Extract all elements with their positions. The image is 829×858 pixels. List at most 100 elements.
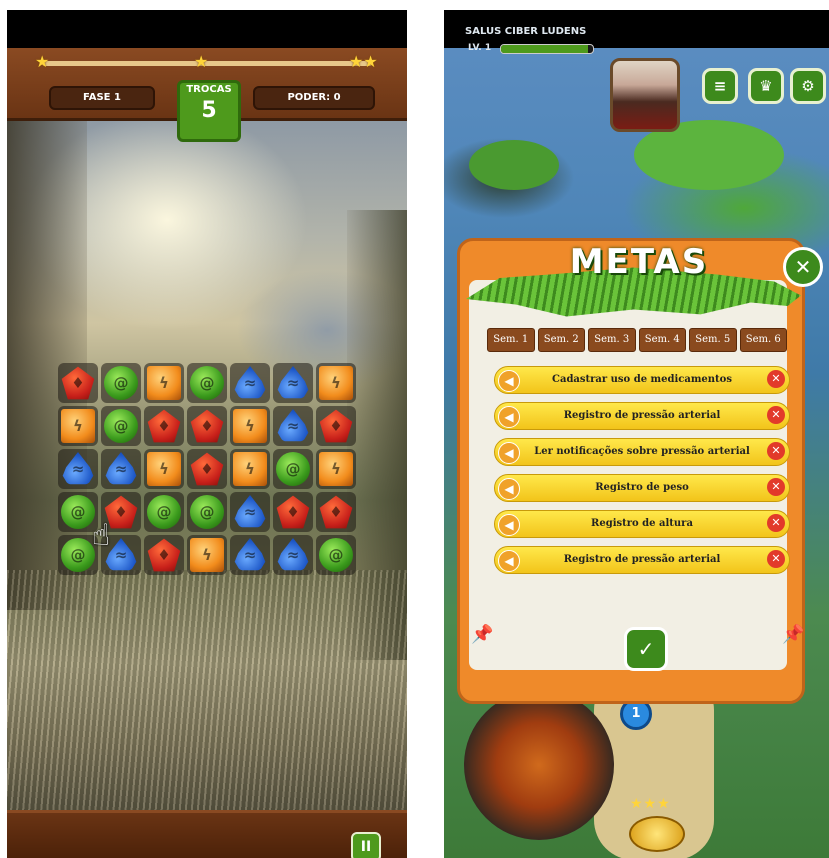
goal-item[interactable]: ◀ Registro de pressão arterial ✕ (494, 402, 790, 430)
star-icon: ★ (35, 52, 50, 71)
tab-sem-3[interactable]: Sem. 3 (588, 328, 636, 352)
goal-item[interactable]: ◀ Registro de pressão arterial ✕ (494, 546, 790, 574)
gem-cell[interactable]: ϟ (187, 535, 227, 575)
delete-icon[interactable]: ✕ (767, 478, 785, 496)
goal-item[interactable]: ◀ Registro de altura ✕ (494, 510, 790, 538)
gem-cell[interactable]: ≈ (230, 535, 270, 575)
tab-sem-6[interactable]: Sem. 6 (739, 328, 787, 352)
gem-orange-icon: ϟ (319, 452, 353, 486)
gem-blue-icon: ≈ (234, 495, 266, 528)
xp-bar-fill (501, 45, 589, 53)
trophy-button[interactable]: ♛ (748, 68, 784, 104)
map-island (469, 140, 559, 190)
list-button[interactable]: ≡ (702, 68, 738, 104)
gem-red-icon: ♦ (147, 538, 181, 572)
poder-display: PODER: 0 (253, 86, 375, 110)
gem-cell[interactable]: ♦ (316, 492, 356, 532)
gem-cell[interactable]: ϟ (316, 363, 356, 403)
gem-cell[interactable]: @ (187, 492, 227, 532)
star-icon: ★ (194, 52, 209, 71)
gem-cell[interactable]: ≈ (230, 492, 270, 532)
gem-red-icon: ♦ (147, 409, 181, 443)
background-grass (7, 570, 407, 820)
gem-cell[interactable]: ♦ (144, 535, 184, 575)
delete-icon[interactable]: ✕ (767, 550, 785, 568)
pin-icon: 📌 (471, 624, 494, 645)
arrow-left-icon[interactable]: ◀ (498, 478, 520, 500)
gem-cell[interactable]: ♦ (187, 406, 227, 446)
delete-icon[interactable]: ✕ (767, 442, 785, 460)
player-avatar[interactable] (610, 58, 680, 132)
arrow-left-icon[interactable]: ◀ (498, 514, 520, 536)
gem-red-icon: ♦ (319, 409, 353, 443)
gem-cell[interactable]: ≈ (273, 535, 313, 575)
game-header: ★ ★ ★★ FASE 1 PODER: 0 TROCAS 5 (7, 48, 407, 142)
game-footer (7, 810, 407, 858)
arrow-left-icon[interactable]: ◀ (498, 370, 520, 392)
arrow-left-icon[interactable]: ◀ (498, 406, 520, 428)
gem-cell[interactable]: ϟ (230, 449, 270, 489)
map-screen: 1 ★★★ SALUS CIBER LUDENS LV. 1 ≡ ♛ ⚙ MET… (444, 10, 829, 858)
gem-cell[interactable]: ≈ (230, 363, 270, 403)
gem-blue-icon: ≈ (277, 538, 309, 571)
settings-button[interactable]: ⚙ (790, 68, 826, 104)
week-tabs: Sem. 1 Sem. 2 Sem. 3 Sem. 4 Sem. 5 Sem. … (487, 328, 787, 352)
gem-cell[interactable]: ♦ (58, 363, 98, 403)
gem-cell[interactable]: ≈ (273, 363, 313, 403)
gem-cell[interactable]: ♦ (144, 406, 184, 446)
gem-cell[interactable]: ϟ (230, 406, 270, 446)
gem-green-icon: @ (276, 452, 310, 486)
status-bar-area (7, 10, 407, 48)
gem-blue-icon: ≈ (277, 409, 309, 442)
tab-sem-4[interactable]: Sem. 4 (638, 328, 686, 352)
gem-cell[interactable]: @ (101, 363, 141, 403)
delete-icon[interactable]: ✕ (767, 514, 785, 532)
gem-cell[interactable]: ϟ (316, 449, 356, 489)
close-button[interactable]: ✕ (783, 247, 823, 287)
player-level: LV. 1 (468, 43, 492, 53)
gem-cell[interactable]: @ (316, 535, 356, 575)
gem-green-icon: @ (190, 495, 224, 529)
gem-cell[interactable]: ≈ (273, 406, 313, 446)
goal-label: Registro de pressão arterial (563, 554, 721, 565)
gem-cell[interactable]: ≈ (58, 449, 98, 489)
gem-cell[interactable]: ϟ (58, 406, 98, 446)
pause-button[interactable]: II (351, 832, 381, 858)
gem-orange-icon: ϟ (233, 452, 267, 486)
poder-value: 0 (333, 92, 341, 103)
tab-sem-5[interactable]: Sem. 5 (689, 328, 737, 352)
confirm-button[interactable]: ✓ (624, 627, 668, 671)
map-portal (464, 690, 614, 840)
goal-item[interactable]: ◀ Ler notificações sobre pressão arteria… (494, 438, 790, 466)
gem-green-icon: @ (104, 409, 138, 443)
goal-item[interactable]: ◀ Registro de peso ✕ (494, 474, 790, 502)
gem-cell[interactable]: ≈ (101, 449, 141, 489)
gem-cell[interactable]: ♦ (273, 492, 313, 532)
level-stars-icon: ★★★ (630, 796, 671, 812)
fase-label: FASE 1 (49, 86, 155, 110)
gem-cell[interactable]: @ (101, 406, 141, 446)
gem-green-icon: @ (61, 538, 95, 572)
gem-cell[interactable]: @ (144, 492, 184, 532)
gem-cell[interactable]: @ (187, 363, 227, 403)
trocas-label: TROCAS (186, 84, 232, 95)
gem-cell[interactable]: ϟ (144, 363, 184, 403)
gem-red-icon: ♦ (61, 366, 95, 400)
arrow-left-icon[interactable]: ◀ (498, 550, 520, 572)
delete-icon[interactable]: ✕ (767, 370, 785, 388)
gem-cell[interactable]: ♦ (316, 406, 356, 446)
arrow-left-icon[interactable]: ◀ (498, 442, 520, 464)
tutorial-hand-icon: ☝ (92, 518, 111, 553)
check-icon: ✓ (637, 637, 655, 661)
gem-cell[interactable]: ϟ (144, 449, 184, 489)
level-coin-button[interactable] (629, 816, 685, 852)
goal-item[interactable]: ◀ Cadastrar uso de medicamentos ✕ (494, 366, 790, 394)
goal-label: Ler notificações sobre pressão arterial (534, 446, 750, 457)
tab-sem-1[interactable]: Sem. 1 (487, 328, 535, 352)
gem-cell[interactable]: ♦ (187, 449, 227, 489)
gem-red-icon: ♦ (190, 409, 224, 443)
gem-blue-icon: ≈ (277, 366, 309, 399)
tab-sem-2[interactable]: Sem. 2 (537, 328, 585, 352)
gem-cell[interactable]: @ (273, 449, 313, 489)
delete-icon[interactable]: ✕ (767, 406, 785, 424)
